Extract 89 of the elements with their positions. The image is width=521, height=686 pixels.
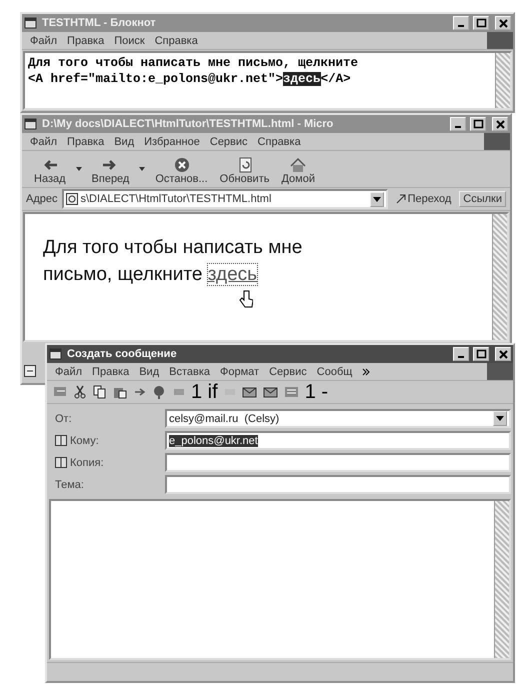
toolbar-text: 1 if <box>191 382 218 402</box>
menu-item[interactable]: Файл <box>30 34 58 46</box>
envelope-icon <box>262 385 278 399</box>
menu-item[interactable]: Избранное <box>144 136 200 148</box>
menu-item[interactable]: Поиск <box>114 34 145 46</box>
page-icon <box>66 193 78 205</box>
menu-item[interactable]: Вид <box>114 136 134 148</box>
scrollbar[interactable] <box>492 214 507 340</box>
close-icon <box>494 118 506 130</box>
menu-item[interactable]: Справка <box>154 34 198 46</box>
page-paragraph: Для того чтобы написать мне письмо, щелкните здесь <box>43 236 304 287</box>
hand-pointer-icon <box>239 290 253 308</box>
paste-icon <box>113 385 127 399</box>
maximize-button[interactable] <box>470 117 486 131</box>
close-button[interactable] <box>492 117 508 131</box>
field-label: Кому: <box>70 434 99 446</box>
toolbar-button[interactable]: Вперед <box>88 155 134 187</box>
caret-icon <box>496 416 504 421</box>
app-icon <box>24 117 38 131</box>
address-label: Адрес <box>26 193 58 205</box>
copy-icon <box>93 385 107 399</box>
app-icon <box>24 16 38 30</box>
page-icon <box>24 365 36 377</box>
window-title: Создать сообщение <box>67 348 178 360</box>
minimize-button[interactable] <box>450 117 466 131</box>
window-title: TESTHTML - Блокнот <box>42 17 157 29</box>
toolbar-button[interactable]: Обновить <box>216 155 274 187</box>
input-field[interactable]: e_polons@ukr.net <box>165 431 511 450</box>
field-label: Копия: <box>70 456 104 468</box>
list-icon <box>284 385 299 399</box>
dropdown-button[interactable] <box>493 411 507 426</box>
menu-item[interactable]: Вид <box>139 366 160 378</box>
input-field[interactable] <box>165 475 511 494</box>
input-field[interactable] <box>165 453 511 472</box>
input-field[interactable]: celsy@mail.ru (Celsy) <box>165 409 511 428</box>
maximize-button[interactable] <box>473 347 489 361</box>
go-button[interactable]: Переход <box>392 193 456 205</box>
field-label: От: <box>55 412 72 424</box>
minimize-button[interactable] <box>453 347 469 361</box>
toolbar-button[interactable]: Домой <box>277 155 319 187</box>
links-button[interactable]: Ссылки <box>459 191 506 207</box>
menu-item[interactable]: Файл <box>55 366 82 378</box>
close-button[interactable] <box>495 16 511 30</box>
email-link[interactable]: здесь <box>208 264 258 285</box>
address-field[interactable]: s\DIALECT\HtmlTutor\TESTHTML.html <box>62 189 388 209</box>
maximize-icon <box>472 118 484 130</box>
field-value: e_polons@ukr.net <box>169 434 258 446</box>
app-icon <box>49 347 63 361</box>
menu-item[interactable]: Сервис <box>269 366 307 378</box>
menu-item[interactable]: Справка <box>258 136 301 148</box>
window-title: D:\My docs\DIALECT\HtmlTutor\TESTHTML.html - Micro <box>42 118 334 130</box>
toolbar-text: 1 - <box>304 382 328 402</box>
menu-item[interactable]: Формат <box>220 366 260 378</box>
address-book-icon <box>55 457 67 468</box>
field-label: Тема: <box>55 478 84 490</box>
arrow-icon <box>396 194 406 204</box>
envelope-icon <box>242 385 257 399</box>
minimize-icon <box>458 356 464 358</box>
menu-item[interactable]: Файл <box>30 136 58 148</box>
card-icon <box>173 387 185 397</box>
scrollbar[interactable] <box>495 53 510 108</box>
minimize-icon <box>458 25 464 27</box>
text-area[interactable]: Для того чтобы написать мне письмо, щелкните <A href="mailto:e_polons@ukr.net">здесь</A> <box>23 51 512 110</box>
maximize-icon <box>475 348 487 360</box>
caret-icon <box>372 196 381 202</box>
menu-item[interactable]: Правка <box>92 366 130 378</box>
toolbar-button[interactable]: Останов... <box>151 155 212 187</box>
cut-icon <box>73 385 87 399</box>
close-button[interactable] <box>495 347 511 361</box>
chevron-icon <box>362 366 370 376</box>
close-icon <box>497 348 509 360</box>
menu-item[interactable]: Сообщ <box>316 366 352 378</box>
field-value: celsy@mail.ru (Celsy) <box>169 412 280 424</box>
maximize-button[interactable] <box>473 16 489 30</box>
menu-item[interactable]: Правка <box>67 136 104 148</box>
address-book-icon <box>55 435 67 446</box>
logo-block <box>487 32 513 49</box>
menu-item[interactable]: Вставка <box>169 366 210 378</box>
logo-block <box>484 133 510 150</box>
maximize-icon <box>475 17 487 29</box>
toolbar-button[interactable]: Назад <box>30 155 70 187</box>
menu-item[interactable]: Сервис <box>210 136 248 148</box>
menu-item[interactable]: Правка <box>67 34 104 46</box>
minimize-button[interactable] <box>453 16 469 30</box>
code-line: <A href="mailto:e_polons@ukr.net">здесь</A> <box>28 71 352 87</box>
scrollbar[interactable] <box>494 501 509 658</box>
minimize-icon <box>455 126 461 128</box>
code-line: Для того чтобы написать мне письмо, щелкните <box>28 55 360 71</box>
close-icon <box>497 17 509 29</box>
